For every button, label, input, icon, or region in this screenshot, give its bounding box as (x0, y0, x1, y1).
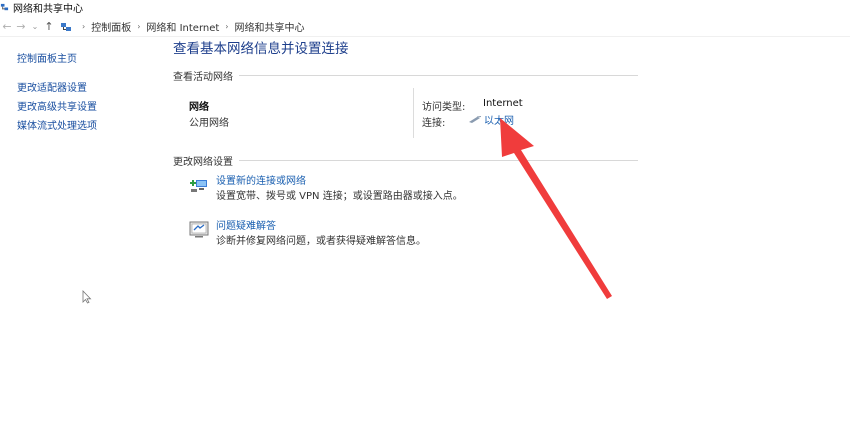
back-button[interactable]: ← (0, 19, 14, 35)
network-center-icon (0, 3, 9, 10)
task-troubleshoot: 问题疑难解答 诊断并修复网络问题，或者获得疑难解答信息。 (189, 219, 426, 249)
control-panel-icon (61, 22, 71, 31)
troubleshoot-icon (189, 221, 209, 238)
section-divider (239, 74, 638, 76)
sidebar-item-media-streaming[interactable]: 媒体流式处理选项 (17, 117, 157, 136)
address-bar: ← → ⌄ ↑ › 控制面板 › 网络和 Internet › 网络和共享中心 (0, 17, 850, 37)
page-title: 查看基本网络信息并设置连接 (173, 41, 349, 57)
breadcrumb-control-panel[interactable]: 控制面板 (91, 19, 131, 34)
sidebar-item-control-panel-home[interactable]: 控制面板主页 (17, 50, 157, 69)
active-networks-label: 查看活动网络 (173, 71, 233, 83)
mouse-cursor-icon (82, 290, 92, 304)
new-connection-icon (190, 180, 207, 192)
sidebar-item-change-adapter-settings[interactable]: 更改适配器设置 (17, 79, 157, 98)
title-bar: 网络和共享中心 (0, 0, 850, 15)
setup-new-connection-link[interactable]: 设置新的连接或网络 (216, 174, 463, 189)
access-type-label: 访问类型: (422, 102, 466, 113)
change-settings-section-header: 更改网络设置 (173, 153, 638, 168)
network-name: 网络 (189, 102, 209, 113)
breadcrumb-chevron-icon[interactable]: › (137, 22, 140, 31)
forward-button[interactable]: → (14, 19, 28, 35)
window-title: 网络和共享中心 (13, 3, 83, 15)
access-type-value: Internet (483, 98, 523, 109)
task-new-connection: 设置新的连接或网络 设置宽带、拨号或 VPN 连接；或设置路由器或接入点。 (189, 174, 463, 204)
breadcrumb-network-internet[interactable]: 网络和 Internet (146, 19, 219, 34)
troubleshoot-link[interactable]: 问题疑难解答 (216, 219, 426, 234)
ethernet-connection-link[interactable]: 以太网 (468, 112, 514, 127)
connection-label: 连接: (422, 118, 446, 129)
setup-new-connection-description: 设置宽带、拨号或 VPN 连接；或设置路由器或接入点。 (216, 191, 463, 202)
sidebar-item-change-advanced-sharing[interactable]: 更改高级共享设置 (17, 98, 157, 117)
ethernet-icon (469, 115, 482, 123)
sidebar: 控制面板主页 更改适配器设置 更改高级共享设置 媒体流式处理选项 (17, 50, 157, 136)
breadcrumb-chevron-icon[interactable]: › (82, 22, 85, 31)
breadcrumb: › 控制面板 › 网络和 Internet › 网络和共享中心 (76, 19, 305, 34)
breadcrumb-chevron-icon[interactable]: › (225, 22, 228, 31)
ethernet-link-text[interactable]: 以太网 (484, 112, 514, 127)
change-settings-label: 更改网络设置 (173, 156, 233, 168)
main-panel: 查看基本网络信息并设置连接 查看活动网络 网络 公用网络 访问类型: Inter… (173, 40, 638, 247)
vertical-divider (413, 88, 414, 138)
active-networks-section-header: 查看活动网络 (173, 68, 638, 83)
recent-locations-button[interactable]: ⌄ (28, 19, 42, 35)
up-button[interactable]: ↑ (42, 19, 56, 35)
breadcrumb-network-sharing-center[interactable]: 网络和共享中心 (235, 19, 305, 34)
section-divider (239, 159, 638, 161)
network-type: 公用网络 (189, 118, 229, 129)
active-network-panel: 网络 公用网络 访问类型: Internet 连接: (173, 84, 638, 140)
troubleshoot-description: 诊断并修复网络问题，或者获得疑难解答信息。 (216, 236, 426, 247)
